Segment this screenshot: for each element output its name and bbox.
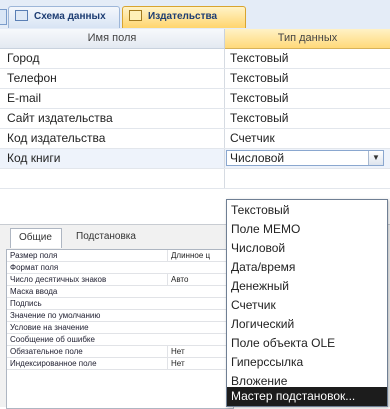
column-divider	[224, 109, 225, 128]
navigation-pane-toggle[interactable]	[0, 9, 7, 25]
tab-relationships[interactable]: Схема данных	[8, 6, 120, 28]
dropdown-option[interactable]: Текстовый	[227, 201, 387, 220]
data-type-cell[interactable]: Текстовый	[230, 51, 288, 65]
dropdown-option[interactable]: Поле МЕМО	[227, 220, 387, 239]
table-row-selected[interactable]: Код книги Числовой ▼	[0, 149, 390, 169]
data-type-combobox[interactable]: Числовой ▼	[226, 150, 384, 166]
property-row[interactable]: Индексированное поле Нет	[7, 358, 233, 370]
property-row[interactable]: Сообщение об ошибке	[7, 334, 233, 346]
field-name-cell[interactable]: E-mail	[7, 91, 41, 105]
tab-general[interactable]: Общие	[10, 228, 62, 248]
field-name-cell[interactable]: Сайт издательства	[7, 111, 113, 125]
property-row[interactable]: Размер поля Длинное ц	[7, 250, 233, 262]
field-name-cell[interactable]: Город	[7, 51, 39, 65]
dropdown-option[interactable]: Числовой	[227, 239, 387, 258]
data-type-dropdown-list: Текстовый Поле МЕМО Числовой Дата/время …	[226, 199, 388, 407]
property-label: Формат поля	[10, 263, 59, 272]
column-header-field-name[interactable]: Имя поля	[0, 29, 225, 49]
tab-relationships-label: Схема данных	[34, 11, 106, 22]
properties-grid: Размер поля Длинное ц Формат поля Число д…	[6, 249, 234, 409]
table-row[interactable]: Сайт издательства Текстовый	[0, 109, 390, 129]
property-row[interactable]: Условие на значение	[7, 322, 233, 334]
property-row[interactable]: Формат поля	[7, 262, 233, 274]
table-row[interactable]: E-mail Текстовый	[0, 89, 390, 109]
dropdown-option[interactable]: Денежный	[227, 277, 387, 296]
data-type-cell[interactable]: Текстовый	[230, 91, 288, 105]
field-name-cell[interactable]: Код книги	[7, 151, 60, 165]
data-type-cell[interactable]: Счетчик	[230, 131, 275, 145]
field-name-cell[interactable]: Код издательства	[7, 131, 105, 145]
dropdown-option[interactable]: Дата/время	[227, 258, 387, 277]
property-label: Условие на значение	[10, 323, 89, 332]
table-row[interactable]: Город Текстовый	[0, 49, 390, 69]
dropdown-option[interactable]: Логический	[227, 315, 387, 334]
dropdown-option[interactable]: Поле объекта OLE	[227, 334, 387, 353]
table-row[interactable]: Код издательства Счетчик	[0, 129, 390, 149]
property-label: Индексированное поле	[10, 359, 97, 368]
column-divider	[224, 49, 225, 68]
tab-lookup[interactable]: Подстановка	[68, 228, 144, 248]
property-label: Обязательное поле	[10, 347, 83, 356]
property-row[interactable]: Подпись	[7, 298, 233, 310]
property-label: Сообщение об ошибке	[10, 335, 95, 344]
column-divider	[224, 69, 225, 88]
table-row-empty[interactable]	[0, 169, 390, 189]
property-row[interactable]: Маска ввода	[7, 286, 233, 298]
property-label: Маска ввода	[10, 287, 58, 296]
dropdown-option[interactable]: Гиперссылка	[227, 353, 387, 372]
property-row[interactable]: Значение по умолчанию	[7, 310, 233, 322]
table-row[interactable]: Телефон Текстовый	[0, 69, 390, 89]
field-design-grid: Имя поля Тип данных Город Текстовый Теле…	[0, 29, 390, 245]
property-row[interactable]: Обязательное поле Нет	[7, 346, 233, 358]
property-label: Значение по умолчанию	[10, 311, 101, 320]
field-name-cell[interactable]: Телефон	[7, 71, 57, 85]
dropdown-option[interactable]: Счетчик	[227, 296, 387, 315]
property-label: Подпись	[10, 299, 42, 308]
property-label: Число десятичных знаков	[10, 275, 107, 284]
column-divider	[224, 149, 225, 168]
tab-publishers-label: Издательства	[148, 11, 218, 22]
data-type-combobox-value: Числовой	[230, 151, 285, 165]
dropdown-option-highlighted[interactable]: Мастер подстановок...	[227, 387, 387, 406]
data-type-cell[interactable]: Текстовый	[230, 111, 288, 125]
table-icon	[129, 9, 142, 21]
document-tab-bar: Схема данных Издательства	[0, 0, 390, 30]
column-divider	[224, 89, 225, 108]
property-row[interactable]: Число десятичных знаков Авто	[7, 274, 233, 286]
chevron-down-icon[interactable]: ▼	[368, 151, 383, 165]
tab-publishers[interactable]: Издательства	[122, 6, 246, 28]
column-divider	[224, 129, 225, 148]
property-label: Размер поля	[10, 251, 58, 260]
column-header-data-type[interactable]: Тип данных	[225, 29, 390, 49]
relationships-icon	[15, 9, 28, 21]
data-type-cell[interactable]: Текстовый	[230, 71, 288, 85]
column-divider	[224, 169, 225, 188]
